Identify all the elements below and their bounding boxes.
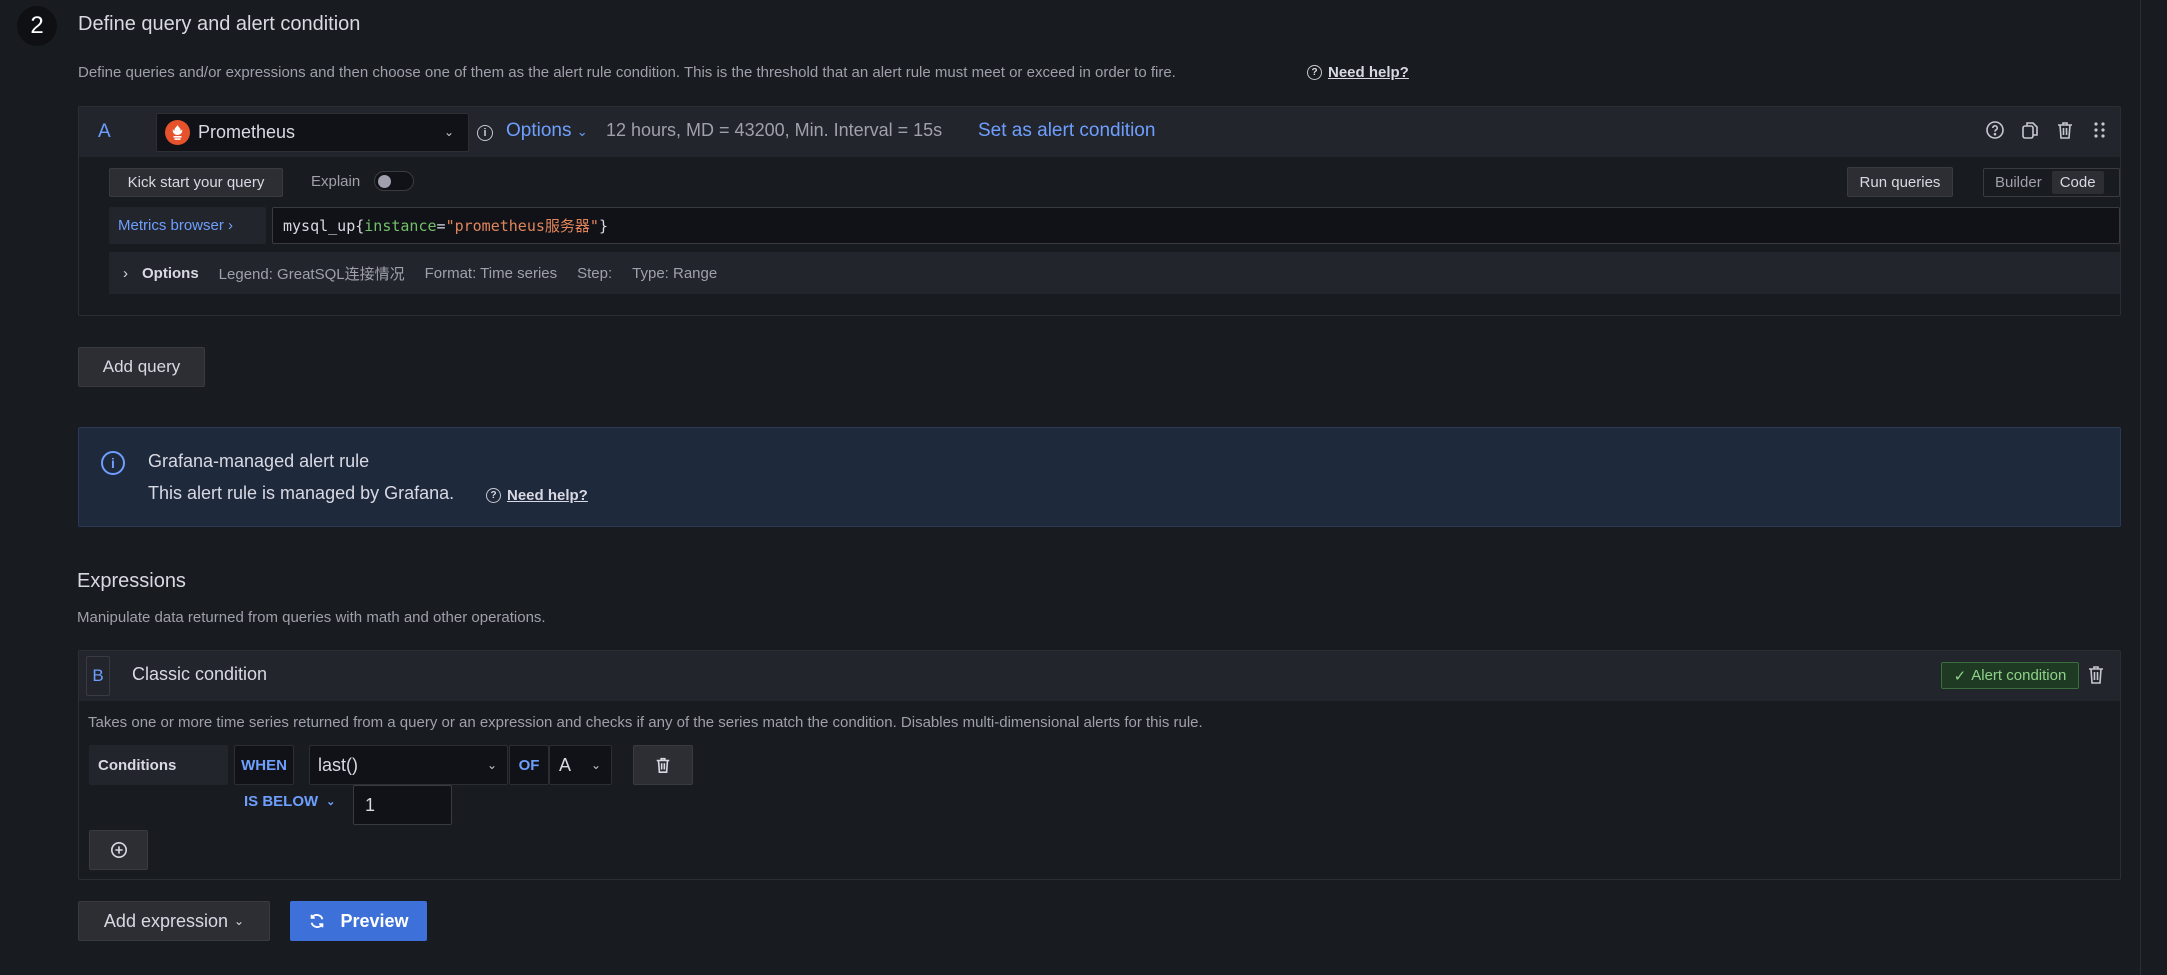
metrics-browser-button[interactable]: Metrics browser › (109, 207, 266, 244)
query-options-row[interactable]: › Options Legend: GreatSQL连接情况 Format: T… (109, 252, 2120, 294)
brace-token: { (355, 216, 365, 235)
check-icon: ✓ (1953, 667, 1967, 685)
need-help-link[interactable]: ? Need help? (486, 487, 588, 504)
editor-mode-toggle: Builder Code (1983, 168, 2120, 197)
info-box-body: This alert rule is managed by Grafana. (148, 483, 455, 503)
add-expression-label: Add expression (103, 910, 228, 931)
sync-icon (311, 914, 324, 928)
explain-label: Explain (311, 173, 361, 190)
chevron-down-icon: ⌄ (234, 914, 245, 928)
chevron-down-icon: ⌄ (576, 124, 588, 139)
chevron-down-icon: ⌄ (590, 758, 601, 772)
info-circle-icon: i (101, 451, 125, 475)
format-option: Format: Time series (424, 264, 558, 282)
metric-token: mysql_up (283, 216, 356, 235)
expressions-description: Manipulate data returned from queries wi… (77, 609, 546, 626)
kick-start-query-button[interactable]: Kick start your query (109, 168, 283, 197)
legend-option: Legend: GreatSQL连接情况 (218, 265, 405, 283)
set-as-alert-condition-button[interactable]: Set as alert condition (978, 120, 1155, 142)
preview-button[interactable]: Preview (290, 901, 427, 941)
chevron-right-icon: › (123, 264, 128, 282)
explain-toggle[interactable] (374, 171, 414, 191)
alert-condition-badge: ✓ Alert condition (1941, 662, 2079, 689)
query-options-toggle[interactable]: Options ⌄ (506, 120, 588, 142)
step-number: 2 (17, 6, 57, 46)
run-queries-button[interactable]: Run queries (1847, 167, 1953, 197)
prometheus-logo-icon (165, 120, 190, 145)
of-keyword: OF (509, 745, 549, 785)
drag-handle-icon[interactable] (2090, 120, 2110, 140)
query-ref-id[interactable]: A (98, 121, 111, 143)
query-ref-select[interactable]: A ⌄ (549, 745, 612, 785)
chevron-down-icon: ⌄ (326, 796, 336, 808)
classic-condition-description: Takes one or more time series returned f… (88, 714, 1203, 731)
datasource-picker[interactable]: Prometheus ⌄ (156, 113, 469, 152)
question-circle-icon: ? (1307, 65, 1322, 80)
evaluator-value: IS BELOW (244, 793, 319, 810)
promql-query-input[interactable]: mysql_up{instance = "prometheus服务器"} (272, 207, 2120, 244)
expression-ref-id[interactable]: B (86, 656, 110, 696)
plus-circle-icon (110, 841, 127, 859)
trash-icon[interactable] (2086, 664, 2106, 691)
label-name-token: instance (364, 216, 437, 235)
expression-header (79, 651, 2120, 701)
chevron-down-icon: ⌄ (486, 758, 497, 772)
question-circle-icon: ? (486, 488, 501, 503)
reducer-value: last() (318, 754, 358, 775)
need-help-text[interactable]: Need help? (1328, 64, 1409, 81)
chevron-down-icon: ⌄ (443, 125, 454, 139)
duplicate-icon[interactable] (2020, 120, 2040, 140)
add-expression-button[interactable]: Add expression ⌄ (78, 901, 270, 941)
query-options-summary: 12 hours, MD = 43200, Min. Interval = 15… (606, 120, 943, 140)
info-icon[interactable]: i (477, 125, 493, 141)
toggle-knob (378, 175, 391, 188)
delete-condition-button[interactable] (633, 745, 693, 785)
threshold-input[interactable]: 1 (353, 785, 452, 825)
operator-token: = (436, 216, 446, 235)
grafana-managed-info-box (78, 427, 2121, 527)
step-description: Define queries and/or expressions and th… (78, 64, 1176, 81)
trash-icon (656, 757, 670, 774)
conditions-label: Conditions (89, 745, 228, 785)
need-help-text[interactable]: Need help? (507, 487, 588, 504)
type-option: Type: Range (632, 264, 718, 282)
add-condition-button[interactable] (89, 830, 148, 870)
need-help-link[interactable]: ? Need help? (1307, 64, 1409, 81)
preview-label: Preview (340, 910, 409, 931)
query-ref-value: A (559, 754, 572, 775)
info-box-title: Grafana-managed alert rule (148, 451, 370, 471)
mode-builder[interactable]: Builder (1987, 171, 2050, 194)
panel-divider (2140, 0, 2141, 975)
step-option: Step: (577, 264, 613, 282)
label-value-token: "prometheus服务器" (445, 217, 599, 235)
help-icon[interactable] (1985, 120, 2005, 140)
badge-label: Alert condition (1971, 667, 2067, 684)
expressions-title: Expressions (77, 570, 186, 592)
brace-token: } (598, 216, 608, 235)
evaluator-select[interactable]: IS BELOW ⌄ (244, 793, 335, 810)
step-title: Define query and alert condition (78, 13, 361, 35)
trash-icon[interactable] (2055, 120, 2075, 140)
datasource-name: Prometheus (198, 122, 296, 142)
options-title: Options (142, 264, 199, 282)
options-label: Options (506, 120, 572, 141)
add-query-button[interactable]: Add query (78, 347, 205, 387)
expression-type: Classic condition (132, 664, 268, 684)
reducer-select[interactable]: last() ⌄ (309, 745, 508, 785)
when-keyword: WHEN (234, 745, 294, 785)
mode-code[interactable]: Code (2051, 171, 2104, 194)
